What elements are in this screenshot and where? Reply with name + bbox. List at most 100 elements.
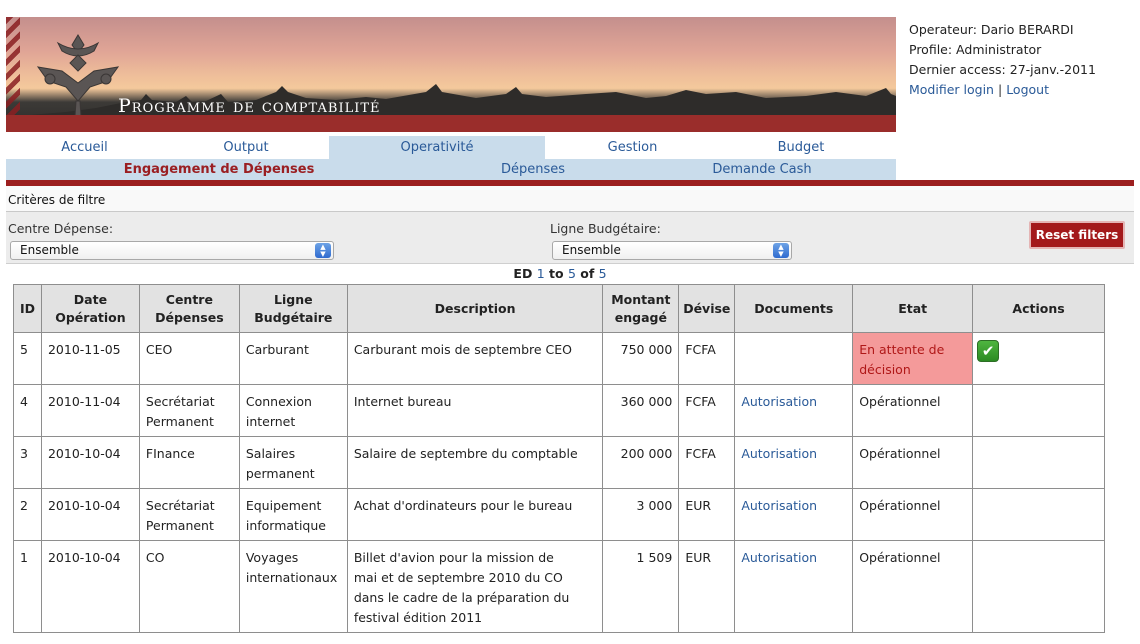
cell-devise: FCFA — [678, 436, 736, 489]
table-header-row: ID Date Opération Centre Dépenses Ligne Bud… — [13, 284, 1105, 333]
checkmark-icon[interactable]: ✔ — [977, 340, 1000, 362]
modify-login-link[interactable]: Modifier login — [909, 82, 994, 97]
col-header-centre-line2: Dépenses — [155, 309, 224, 325]
document-link-autorisation[interactable]: Autorisation — [741, 550, 817, 565]
col-header-devise[interactable]: Dévise — [678, 284, 736, 333]
user-info-panel: Operateur: Dario BERARDI Profile: Admini… — [909, 20, 1096, 100]
cell-ligne-line2: internet — [245, 414, 296, 429]
subnav-engagement-depenses[interactable]: Engagement de Dépenses — [6, 159, 432, 180]
cell-ligne-line1: Equipement — [245, 498, 322, 513]
cell-ligne: Connexion internet — [238, 384, 348, 437]
pager-prefix: ED — [513, 266, 533, 281]
cell-centre-text: CO — [145, 550, 165, 565]
reset-filters-button[interactable]: Reset filters — [1029, 221, 1125, 249]
col-header-ligne[interactable]: Ligne Budgétaire — [238, 284, 348, 333]
cell-date: 2010-10-04 — [40, 436, 140, 489]
select-arrows-icon: ▲ ▼ — [773, 243, 789, 258]
cell-actions — [972, 384, 1105, 437]
cell-ligne-line1: Connexion — [245, 394, 312, 409]
header-banner: Programme de comptabilité — [6, 17, 896, 132]
table-row[interactable]: 2 2010-10-04 Secrétariat Permanent Equipe… — [13, 488, 1105, 541]
nav-tab-operativite[interactable]: Operativité — [329, 136, 545, 159]
table-row[interactable]: 5 2010-11-05 CEO Carburant Carburant moi… — [13, 332, 1105, 385]
cell-etat-line1: En attente de — [859, 342, 945, 357]
document-link-autorisation[interactable]: Autorisation — [741, 446, 817, 461]
cell-date: 2010-10-04 — [40, 540, 140, 633]
link-separator: | — [997, 82, 1003, 97]
ligne-budgetaire-select[interactable]: Ensemble ▲ ▼ — [552, 241, 792, 260]
cell-description: Carburant mois de septembre CEO — [346, 332, 604, 385]
cell-centre-text: CEO — [145, 342, 173, 357]
sub-nav: Engagement de Dépenses Dépenses Demande … — [6, 159, 896, 180]
col-header-id[interactable]: ID — [13, 284, 42, 333]
col-header-description[interactable]: Description — [346, 284, 604, 333]
centre-depense-select[interactable]: Ensemble ▲ ▼ — [10, 241, 334, 260]
expense-commitments-table: ID Date Opération Centre Dépenses Ligne Bud… — [13, 284, 1105, 633]
cell-documents — [734, 332, 854, 385]
cell-ligne-line1: Salaires — [245, 446, 296, 461]
cell-devise: EUR — [678, 488, 736, 541]
nav-tab-budget[interactable]: Budget — [720, 136, 882, 159]
operator-line: Operateur: Dario BERARDI — [909, 22, 1074, 37]
cell-montant: 1 509 — [602, 540, 680, 633]
table-row[interactable]: 3 2010-10-04 FInance Salaires permanent S… — [13, 436, 1105, 489]
cell-montant: 200 000 — [602, 436, 680, 489]
col-header-centre[interactable]: Centre Dépenses — [138, 284, 240, 333]
document-link-autorisation[interactable]: Autorisation — [741, 498, 817, 513]
col-header-date[interactable]: Date Opération — [40, 284, 140, 333]
cell-id: 1 — [13, 540, 42, 633]
profile-line: Profile: Administrator — [909, 42, 1042, 57]
cell-date: 2010-11-04 — [40, 384, 140, 437]
cell-description-line: festival édition 2011 — [353, 610, 483, 625]
cell-centre-line1: Secrétariat — [145, 394, 215, 409]
cell-ligne: Voyages internationaux — [238, 540, 348, 633]
cell-etat: Opérationnel — [852, 384, 974, 437]
centre-depense-label: Centre Dépense: — [8, 221, 114, 236]
cell-ligne-line2: permanent — [245, 466, 315, 481]
cell-devise: EUR — [678, 540, 736, 633]
cell-centre: Secrétariat Permanent — [138, 488, 240, 541]
banner-stripe — [6, 115, 896, 132]
col-header-centre-line1: Centre — [165, 291, 213, 307]
cell-ligne: Equipement informatique — [238, 488, 348, 541]
cell-ligne-line2: internationaux — [245, 570, 338, 585]
cell-actions — [972, 436, 1105, 489]
nav-tab-gestion[interactable]: Gestion — [545, 136, 720, 159]
cell-devise: FCFA — [678, 384, 736, 437]
filter-panel: Centre Dépense: Ensemble ▲ ▼ Ligne Budgét… — [6, 212, 1134, 264]
centre-depense-value: Ensemble — [20, 243, 79, 257]
cell-date: 2010-10-04 — [40, 488, 140, 541]
filter-header-label: Critères de filtre — [8, 193, 106, 207]
cell-centre: Secrétariat Permanent — [138, 384, 240, 437]
cell-id: 3 — [13, 436, 42, 489]
subnav-depenses[interactable]: Dépenses — [432, 159, 634, 180]
col-header-montant[interactable]: Montant engagé — [602, 284, 680, 333]
document-link-autorisation[interactable]: Autorisation — [741, 394, 817, 409]
cell-centre-text: FInance — [145, 446, 195, 461]
col-header-documents[interactable]: Documents — [734, 284, 854, 333]
ligne-budgetaire-value: Ensemble — [562, 243, 621, 257]
subnav-demande-cash[interactable]: Demande Cash — [634, 159, 890, 180]
cell-devise: FCFA — [678, 332, 736, 385]
cell-etat: Opérationnel — [852, 436, 974, 489]
col-header-montant-line1: Montant — [611, 291, 671, 307]
cell-ligne: Salaires permanent — [238, 436, 348, 489]
cell-centre: CEO — [138, 332, 240, 385]
nav-tab-accueil[interactable]: Accueil — [6, 136, 163, 159]
cell-id: 4 — [13, 384, 42, 437]
cell-description: Achat d'ordinateurs pour le bureau — [346, 488, 604, 541]
cell-documents: Autorisation — [734, 540, 854, 633]
account-links: Modifier login | Logout — [909, 80, 1096, 100]
cell-ligne-text: Carburant — [245, 342, 309, 357]
cell-centre-line2: Permanent — [145, 518, 214, 533]
col-header-etat[interactable]: Etat — [852, 284, 974, 333]
logout-link[interactable]: Logout — [1006, 82, 1049, 97]
table-row[interactable]: 1 2010-10-04 CO Voyages internationaux Bi… — [13, 540, 1105, 633]
pager-total: 5 — [598, 266, 607, 281]
main-nav: Accueil Output Operativité Gestion Budge… — [6, 136, 896, 159]
cell-ligne: Carburant — [238, 332, 348, 385]
nav-tab-output[interactable]: Output — [163, 136, 329, 159]
table-row[interactable]: 4 2010-11-04 Secrétariat Permanent Connex… — [13, 384, 1105, 437]
cell-actions: ✔ — [972, 332, 1105, 385]
pager-to: 5 — [567, 266, 576, 281]
